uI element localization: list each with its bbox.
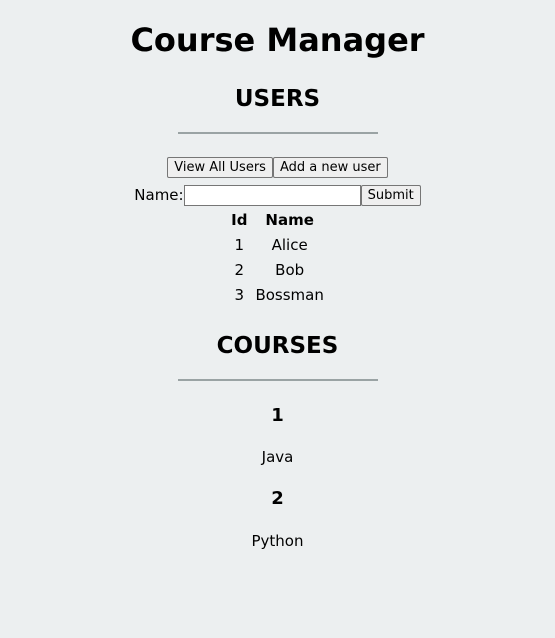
user-name-cell: Alice <box>271 236 308 254</box>
user-name-cell: Bob <box>275 261 305 279</box>
name-input[interactable] <box>183 185 361 206</box>
submit-button[interactable]: Submit <box>360 185 421 206</box>
column-header-id: Id <box>231 211 248 229</box>
add-user-form: Name: Submit <box>0 185 555 206</box>
users-actions: View All Users Add a new user <box>0 157 555 178</box>
user-id-cell: 1 <box>234 236 245 254</box>
view-all-users-button[interactable]: View All Users <box>167 157 273 178</box>
users-heading: USERS <box>234 86 321 112</box>
course-name: Python <box>251 532 304 550</box>
table-row: 1 Alice <box>227 233 328 258</box>
courses-heading: COURSES <box>216 333 339 359</box>
name-label: Name: <box>134 186 184 204</box>
user-id-cell: 2 <box>234 261 245 279</box>
users-table: Id Name 1 Alice 2 Bob 3 Bossman <box>227 208 328 308</box>
user-name-cell: Bossman <box>255 286 324 304</box>
user-id-cell: 3 <box>234 286 245 304</box>
add-new-user-button[interactable]: Add a new user <box>272 157 388 178</box>
courses-divider <box>178 379 378 381</box>
course-id: 2 <box>271 488 284 509</box>
table-row: 3 Bossman <box>227 283 328 308</box>
users-divider <box>178 132 378 134</box>
table-header-row: Id Name <box>227 208 328 233</box>
course-name: Java <box>261 448 294 466</box>
page-title: Course Manager <box>130 21 425 59</box>
column-header-name: Name <box>265 211 314 229</box>
course-id: 1 <box>271 405 284 426</box>
table-row: 2 Bob <box>227 258 328 283</box>
